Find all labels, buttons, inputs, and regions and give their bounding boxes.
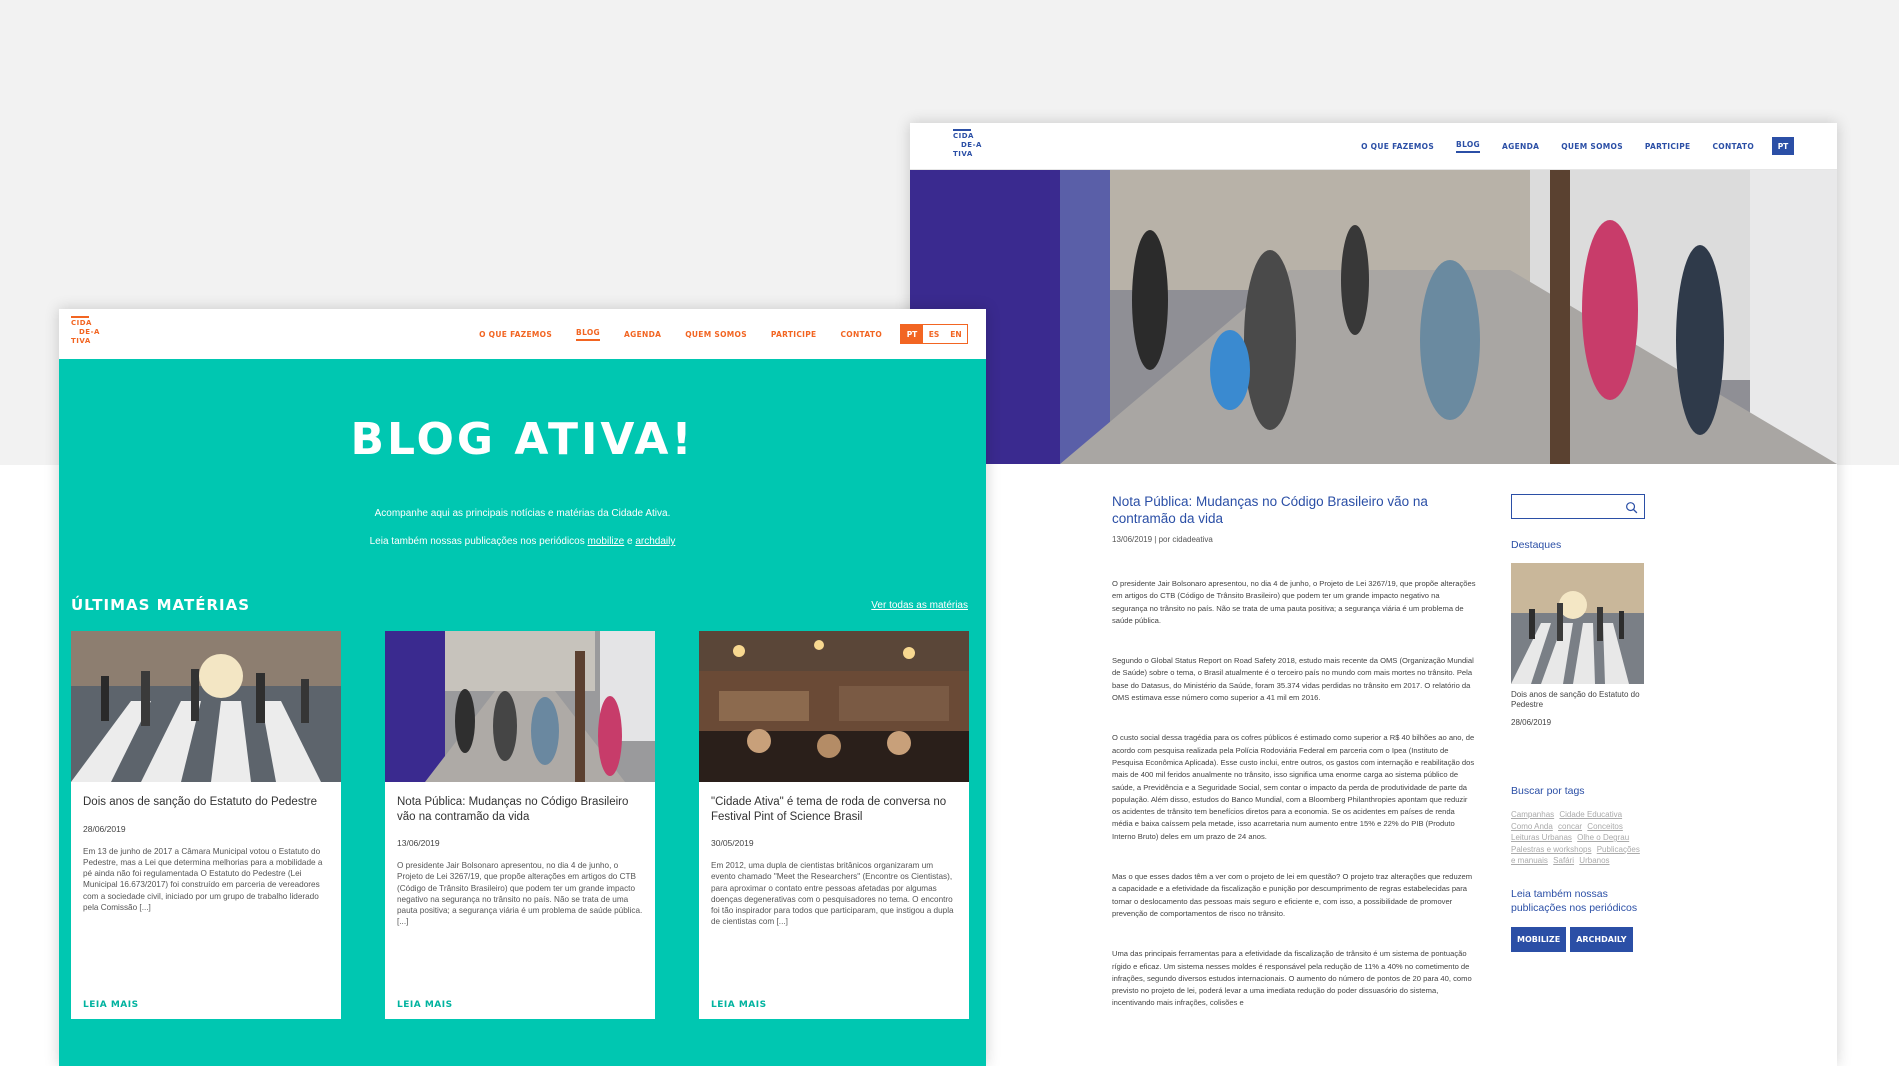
search-icon[interactable]: [1625, 501, 1638, 514]
tag-link[interactable]: Cidade Educativa: [1559, 810, 1622, 819]
tag-link[interactable]: Campanhas: [1511, 810, 1554, 819]
article-body: Nota Pública: Mudanças no Código Brasile…: [1112, 493, 1477, 1010]
highlight-thumbnail[interactable]: [1511, 563, 1644, 684]
post-excerpt: O presidente Jair Bolsonaro apresentou, …: [397, 861, 643, 927]
nav-agenda[interactable]: AGENDA: [624, 330, 661, 339]
post-image[interactable]: [71, 631, 341, 782]
tag-link[interactable]: Palestras e workshops: [1511, 845, 1591, 854]
nav-participe[interactable]: PARTICIPE: [1645, 142, 1691, 151]
intro-text: Acompanhe aqui as principais notícias e …: [374, 508, 671, 519]
tag-link[interactable]: Como Anda: [1511, 822, 1553, 831]
post-card[interactable]: Dois anos de sanção do Estatuto do Pedes…: [71, 631, 341, 1019]
article-sidebar: Destaques Dois anos de sanção do Estatut…: [1511, 494, 1646, 952]
post-date: 13/06/2019: [397, 838, 440, 848]
publication-buttons: MOBILIZE ARCHDAILY: [1511, 926, 1646, 952]
highlight-caption[interactable]: Dois anos de sanção do Estatuto do Pedes…: [1511, 690, 1646, 710]
archdaily-link[interactable]: archdaily: [635, 536, 675, 547]
read-more-link[interactable]: LEIA MAIS: [397, 1000, 453, 1010]
language-switcher: PT ES EN: [900, 324, 968, 344]
nav-o-que-fazemos[interactable]: O QUE FAZEMOS: [479, 330, 552, 339]
tag-link[interactable]: Conceitos: [1587, 822, 1623, 831]
post-image[interactable]: [385, 631, 655, 782]
also-read-heading: Leia também nossas publicações nos perió…: [1511, 887, 1638, 914]
nav-o-que-fazemos[interactable]: O QUE FAZEMOS: [1361, 142, 1434, 151]
tag-link[interactable]: Safári: [1553, 856, 1574, 865]
lang-pt-button[interactable]: PT: [1772, 137, 1794, 155]
tag-link[interactable]: Olhe o Degrau: [1577, 833, 1629, 842]
nav-quem-somos[interactable]: QUEM SOMOS: [685, 330, 747, 339]
article-paragraph: Mas o que esses dados têm a ver com o pr…: [1112, 872, 1473, 918]
article-page-window: CIDA DE-A TIVA O QUE FAZEMOS BLOG AGENDA…: [910, 123, 1837, 1066]
mobilize-button[interactable]: MOBILIZE: [1511, 926, 1567, 952]
tag-link[interactable]: Urbanos: [1579, 856, 1609, 865]
main-nav: O QUE FAZEMOS BLOG AGENDA QUEM SOMOS PAR…: [1339, 137, 1794, 155]
post-date: 28/06/2019: [83, 823, 126, 834]
post-title[interactable]: Nota Pública: Mudanças no Código Brasile…: [385, 795, 655, 824]
post-title[interactable]: Dois anos de sanção do Estatuto do Pedes…: [71, 795, 341, 810]
highlight-date: 28/06/2019: [1511, 718, 1552, 727]
lang-es-button[interactable]: ES: [923, 325, 945, 343]
search-input[interactable]: [1511, 494, 1645, 519]
article-paragraph: Segundo o Global Status Report on Road S…: [1112, 656, 1474, 703]
logo[interactable]: CIDA DE-A TIVA: [953, 129, 982, 159]
article-paragraph: Uma das principais ferramentas para a ef…: [1112, 949, 1472, 1008]
nav-blog[interactable]: BLOG: [576, 328, 601, 341]
post-card[interactable]: "Cidade Ativa" é tema de roda de convers…: [699, 631, 969, 1019]
mobilize-link[interactable]: mobilize: [588, 536, 625, 547]
blog-header: CIDA DE-A TIVA O QUE FAZEMOS BLOG AGENDA…: [59, 309, 986, 359]
read-more-link[interactable]: LEIA MAIS: [711, 1000, 767, 1010]
tags-heading: Buscar por tags: [1511, 785, 1585, 797]
article-meta: 13/06/2019 | por cidadeativa: [1112, 535, 1213, 544]
nav-quem-somos[interactable]: QUEM SOMOS: [1561, 142, 1623, 151]
article-title: Nota Pública: Mudanças no Código Brasile…: [1112, 494, 1428, 526]
nav-agenda[interactable]: AGENDA: [1502, 142, 1539, 151]
lang-pt-button[interactable]: PT: [901, 325, 923, 343]
nav-contato[interactable]: CONTATO: [1712, 142, 1754, 151]
tag-link[interactable]: Leituras Urbanas: [1511, 833, 1572, 842]
section-title: ÚLTIMAS MATÉRIAS: [71, 596, 251, 614]
article-header: CIDA DE-A TIVA O QUE FAZEMOS BLOG AGENDA…: [910, 123, 1837, 170]
article-paragraph: O presidente Jair Bolsonaro apresentou, …: [1112, 579, 1476, 625]
hero-image: [910, 170, 1837, 464]
post-excerpt: Em 2012, uma dupla de cientistas britâni…: [711, 861, 954, 927]
post-card[interactable]: Nota Pública: Mudanças no Código Brasile…: [385, 631, 655, 1019]
highlights-heading: Destaques: [1511, 539, 1562, 551]
see-all-link[interactable]: Ver todas as matérias: [871, 600, 968, 611]
tag-link[interactable]: concar: [1558, 822, 1582, 831]
read-more-link[interactable]: LEIA MAIS: [83, 1000, 139, 1010]
blog-page-window: CIDA DE-A TIVA O QUE FAZEMOS BLOG AGENDA…: [59, 309, 986, 1066]
nav-blog[interactable]: BLOG: [1456, 140, 1481, 153]
main-nav: O QUE FAZEMOS BLOG AGENDA QUEM SOMOS PAR…: [455, 324, 968, 344]
page-title: BLOG ATIVA!: [350, 414, 695, 465]
post-date: 30/05/2019: [711, 838, 754, 848]
post-image[interactable]: [699, 631, 969, 782]
nav-contato[interactable]: CONTATO: [840, 330, 882, 339]
logo[interactable]: CIDA DE-A TIVA: [71, 316, 100, 346]
tag-cloud: Campanhas Cidade Educativa Como Anda con…: [1511, 809, 1646, 867]
lang-en-button[interactable]: EN: [945, 325, 967, 343]
archdaily-button[interactable]: ARCHDAILY: [1570, 926, 1633, 952]
article-paragraph: O custo social dessa tragédia para os co…: [1112, 733, 1475, 841]
nav-participe[interactable]: PARTICIPE: [771, 330, 817, 339]
intro-links-line: Leia também nossas publicações nos perió…: [369, 536, 676, 547]
post-excerpt: Em 13 de junho de 2017 a Câmara Municipa…: [83, 846, 323, 912]
post-title[interactable]: "Cidade Ativa" é tema de roda de convers…: [699, 795, 969, 824]
